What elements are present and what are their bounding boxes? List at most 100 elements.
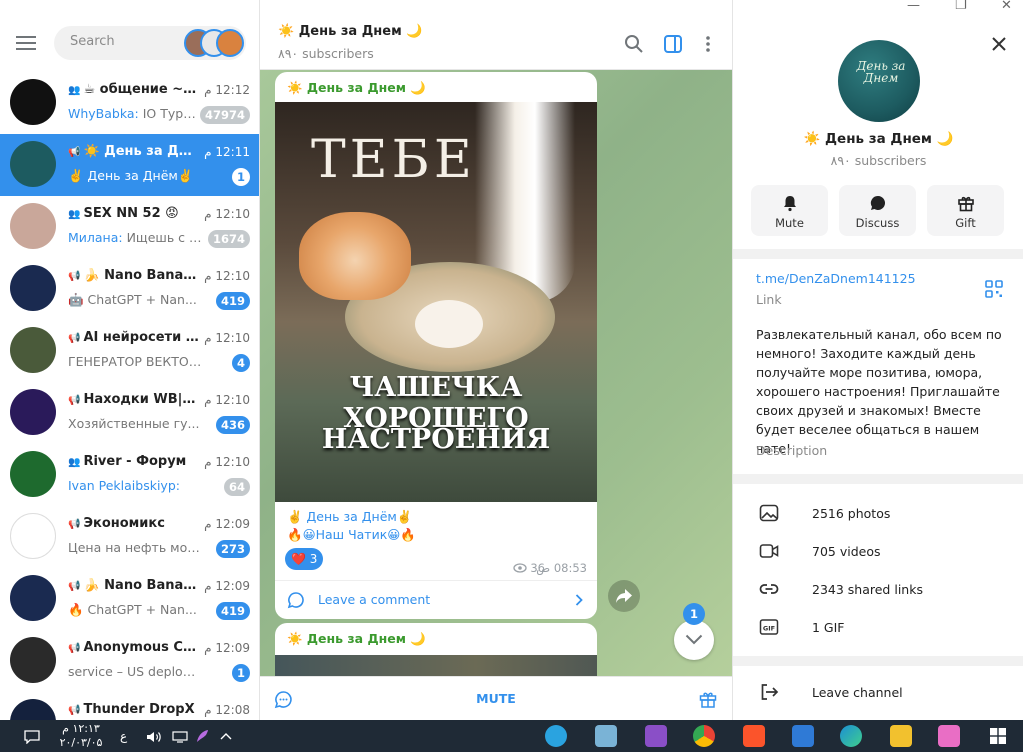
chat-title: 📢Находки WB|OZ... [68, 392, 200, 407]
chat-preview-text: 🤖 ChatGPT + Nan... [68, 292, 197, 307]
leave-comment-button[interactable]: Leave a comment [275, 581, 597, 619]
chat-avatar[interactable] [10, 327, 56, 373]
chat-title-text: Находки WB|OZ... [83, 392, 200, 407]
file-explorer-icon[interactable] [890, 725, 912, 747]
channel-link[interactable]: t.me/DenZaDnem141125 [756, 271, 916, 286]
media-photos-row[interactable]: 2516 photos [733, 494, 1023, 532]
mute-action-button[interactable]: Mute [751, 185, 828, 236]
channel-post[interactable]: ☀️ День за Днем 🌙 [275, 623, 597, 676]
game-app-icon[interactable] [938, 725, 960, 747]
link-icon [759, 584, 779, 594]
channel-avatar[interactable]: День за Днем [838, 40, 920, 122]
notifications-icon[interactable] [24, 730, 40, 744]
leave-label: Leave channel [812, 685, 903, 700]
chat-title: 📢 Экономикс [68, 516, 200, 531]
info-subscribers: ۸۹۰ subscribers [830, 153, 927, 168]
chat-avatar[interactable] [10, 79, 56, 125]
gift-icon [958, 196, 974, 212]
chat-avatar[interactable] [10, 203, 56, 249]
bell-icon [784, 196, 796, 212]
post-photo[interactable] [275, 655, 597, 676]
unread-badge: 419 [215, 602, 250, 620]
brave-app-icon[interactable] [743, 725, 765, 747]
post-text-line2[interactable]: 🔥😀Наш Чатик😀🔥 [287, 526, 416, 544]
more-icon[interactable] [697, 33, 719, 55]
telegram-app-icon[interactable] [545, 725, 567, 747]
media-label: 705 videos [812, 544, 881, 559]
chat-item[interactable]: 📢Anonymous Call... 12:09 مservice – US de… [0, 630, 259, 692]
chat-item[interactable]: 📢 🍌 Nano Banan... 12:10 م 🤖 ChatGPT + Nan..… [0, 258, 259, 320]
chat-avatar[interactable] [10, 699, 56, 720]
windows-start-icon[interactable] [990, 728, 1006, 744]
chat-item[interactable]: 📢AI нейросети и ... 12:10 مГЕНЕРАТОР ВЕКТ… [0, 320, 259, 382]
language-indicator[interactable]: ع [120, 729, 127, 743]
chat-item[interactable]: 📢 Thunder DropX 12:08 م [0, 692, 259, 720]
store-app-icon[interactable] [792, 725, 814, 747]
chat-title: 📢 Thunder DropX [68, 702, 200, 717]
channel-post[interactable]: ☀️ День за Днем 🌙 ТЕБЕ ЧАШЕЧКА ХОРОШЕГО … [275, 72, 597, 619]
chat-avatar[interactable] [10, 141, 56, 187]
minimize-icon[interactable]: — [907, 0, 920, 13]
chat-avatar[interactable] [10, 575, 56, 621]
chat-avatar[interactable] [10, 513, 56, 559]
chat-avatar[interactable] [10, 389, 56, 435]
media-videos-row[interactable]: 705 videos [733, 532, 1023, 570]
chat-title: 👥 River - Форум [68, 454, 200, 469]
media-gifs-row[interactable]: GIF 1 GIF [733, 608, 1023, 646]
chat-preview-text: ГЕНЕРАТОР ВЕКТОР... [68, 354, 202, 369]
search-icon[interactable] [623, 33, 645, 55]
gift-action-button[interactable]: Gift [927, 185, 1004, 236]
chat-item[interactable]: 📢Экономикс 12:09 مЦена на нефть может... 2… [0, 506, 259, 568]
sidebar-toggle-icon[interactable] [662, 33, 684, 55]
chat-avatar[interactable] [10, 265, 56, 311]
post-photo[interactable]: ТЕБЕ ЧАШЕЧКА ХОРОШЕГО НАСТРОЕНИЯ [275, 102, 597, 502]
qr-code-icon[interactable] [985, 280, 1003, 298]
share-button[interactable] [608, 580, 640, 612]
info-title: ☀️ День за Днем 🌙 [803, 131, 954, 147]
post-text-line1[interactable]: ✌️ День за Днём✌️ [287, 508, 416, 526]
gift-icon[interactable] [698, 689, 718, 709]
close-icon[interactable] [989, 34, 1009, 54]
chrome-app-icon[interactable] [693, 725, 715, 747]
notes-app-icon[interactable] [595, 725, 617, 747]
chat-item[interactable]: 👥 ☕ общение ~ ... 12:12 م WhyBabka: IO Туре… [0, 72, 259, 134]
network-icon[interactable] [172, 731, 188, 743]
chat-title: 📢 🍌 Nano Banan... [68, 578, 200, 593]
menu-icon[interactable] [16, 36, 36, 50]
leave-channel-button[interactable]: Leave channel [733, 673, 1023, 711]
reaction-heart[interactable]: ❤️ 3 [285, 548, 323, 570]
discuss-action-button[interactable]: Discuss [839, 185, 916, 236]
post-author[interactable]: ☀️ День за Днем 🌙 [287, 80, 426, 96]
chat-avatar[interactable] [10, 451, 56, 497]
chat-avatar[interactable] [10, 637, 56, 683]
maximize-icon[interactable]: ❐ [955, 0, 967, 13]
edge-app-icon[interactable] [840, 725, 862, 747]
media-label: 1 GIF [812, 620, 845, 635]
chat-item[interactable]: 📢Находки WB|OZ... 12:10 م Хозяйственные гу… [0, 382, 259, 444]
story-avatar[interactable] [216, 29, 244, 57]
chat-sender: WhyBabka: [68, 106, 139, 121]
discussion-icon[interactable] [274, 690, 293, 709]
search-input[interactable] [70, 34, 180, 49]
chat-time: 12:11 م [204, 145, 250, 159]
chat-item[interactable]: 📢 ☀️ День за Дне... 12:11 م ✌️ День за Днём… [0, 134, 259, 196]
chevron-up-icon[interactable] [220, 732, 232, 740]
mute-button[interactable]: MUTE [446, 691, 546, 706]
chat-preview-text: Цена на нефть может... [68, 540, 202, 555]
post-author[interactable]: ☀️ День за Днем 🌙 [287, 631, 426, 647]
channel-header[interactable]: ☀️ День за Днем 🌙 ۸۹۰ subscribers [260, 0, 732, 70]
window-close-icon[interactable]: ✕ [1001, 0, 1012, 13]
media-links-row[interactable]: 2343 shared links [733, 570, 1023, 608]
feather-app-icon[interactable] [645, 725, 667, 747]
chat-item[interactable]: 📢 🍌 Nano Banan... 12:09 م 🔥 ChatGPT + Nan..… [0, 568, 259, 630]
feather-tray-icon[interactable] [196, 729, 210, 743]
group-icon: 👥 [68, 209, 81, 220]
heart-icon: ❤️ [291, 552, 306, 566]
stories-avatars[interactable] [184, 29, 244, 57]
chat-item[interactable]: 👥SEX NN 52 😡12:10 مМилана: Ищешь с ке...… [0, 196, 259, 258]
taskbar-clock[interactable]: ۱۲:۱۳ م ۲۰/۰۳/۰۵ [58, 722, 104, 750]
scroll-down-button[interactable] [674, 620, 714, 660]
chat-item[interactable]: 👥 River - Форум 12:10 م Ivan Peklaibskiyp: 6… [0, 444, 259, 506]
volume-icon[interactable] [146, 731, 162, 743]
channel-title[interactable]: ☀️ День за Днем 🌙 [278, 24, 422, 39]
